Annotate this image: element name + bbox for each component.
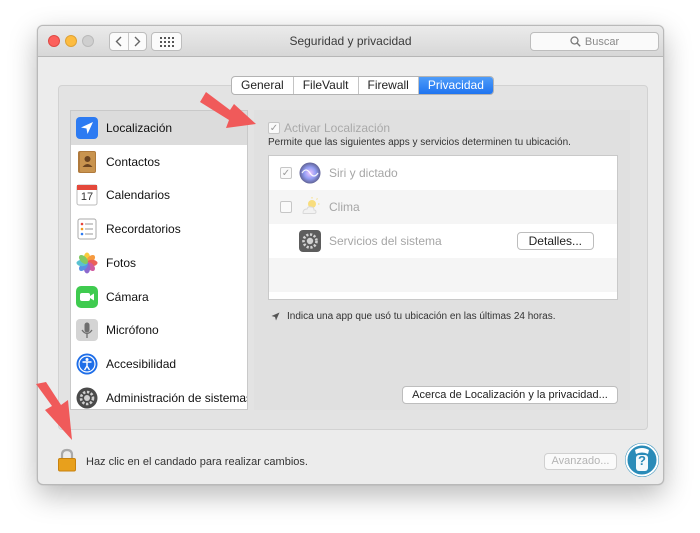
tab-bar: General FileVault Firewall Privacidad: [231, 76, 494, 95]
recent-usage-note: Indica una app que usó tu ubicación en l…: [271, 311, 556, 322]
camera-icon: [75, 285, 99, 309]
app-name: Clima: [329, 200, 360, 214]
sidebar-item-accessibility[interactable]: Accesibilidad: [71, 347, 247, 381]
tab-privacy[interactable]: Privacidad: [417, 77, 493, 94]
location-arrow-icon: [75, 116, 99, 140]
search-field[interactable]: Buscar: [530, 32, 659, 51]
search-icon: [570, 36, 581, 47]
empty-list-row: [269, 258, 617, 292]
sidebar-label: Recordatorios: [106, 222, 181, 237]
gear-icon: [299, 230, 321, 252]
sidebar-label: Contactos: [106, 154, 161, 169]
accessibility-icon: [75, 352, 99, 376]
sidebar-label: Administración de sistemas: [106, 390, 248, 405]
sidebar-label: Micrófono: [106, 323, 159, 338]
help-glyph: ?: [638, 453, 646, 468]
weather-icon: [299, 196, 321, 218]
about-location-privacy-button[interactable]: Acerca de Localización y la privacidad..…: [402, 386, 618, 404]
microphone-icon: [75, 318, 99, 342]
app-name: Servicios del sistema: [329, 234, 442, 248]
enable-location-label: Activar Localización: [284, 121, 391, 135]
lock-icon: [58, 448, 76, 472]
siri-icon: [299, 162, 321, 184]
list-item-weather[interactable]: Clima: [269, 190, 617, 224]
siri-checkbox[interactable]: ✓: [280, 167, 292, 179]
tab-general[interactable]: General: [232, 77, 293, 94]
details-button[interactable]: Detalles...: [516, 232, 594, 250]
weather-checkbox[interactable]: [280, 201, 292, 213]
tab-filevault[interactable]: FileVault: [292, 77, 358, 94]
recent-usage-text: Indica una app que usó tu ubicación en l…: [287, 311, 556, 322]
title-bar: Seguridad y privacidad Buscar: [38, 26, 663, 57]
list-item-siri[interactable]: ✓ Siri y dictado: [269, 156, 617, 190]
sidebar-item-contacts[interactable]: Contactos: [71, 145, 247, 179]
enable-location-checkbox[interactable]: ✓: [268, 122, 280, 134]
system-admin-icon: [75, 386, 99, 409]
sidebar-item-camera[interactable]: Cámara: [71, 280, 247, 314]
sidebar-item-reminders[interactable]: Recordatorios: [71, 212, 247, 246]
preferences-window: Seguridad y privacidad Buscar General Fi…: [37, 25, 664, 485]
search-placeholder: Buscar: [584, 35, 620, 48]
lock-button[interactable]: [57, 448, 77, 475]
privacy-category-list[interactable]: Localización Contactos 17 Calendarios Re…: [70, 110, 248, 410]
sidebar-item-calendars[interactable]: 17 Calendarios: [71, 179, 247, 213]
enable-location-row[interactable]: ✓ Activar Localización: [268, 121, 390, 135]
calendar-icon: 17: [75, 183, 99, 207]
sidebar-label: Accesibilidad: [106, 357, 177, 372]
sidebar-item-system-admin[interactable]: Administración de sistemas: [71, 381, 248, 409]
tab-firewall[interactable]: Firewall: [357, 77, 418, 94]
list-item-system-services[interactable]: Servicios del sistema Detalles...: [269, 224, 617, 258]
sidebar-item-location[interactable]: Localización: [71, 111, 247, 145]
permit-description: Permite que las siguientes apps y servic…: [268, 137, 571, 148]
sidebar-item-photos[interactable]: Fotos: [71, 246, 247, 280]
calendar-day-number: 17: [80, 191, 94, 204]
advanced-button[interactable]: Avanzado...: [544, 453, 617, 470]
reminders-icon: [75, 217, 99, 241]
app-name: Siri y dictado: [329, 166, 398, 180]
location-arrow-icon: [271, 312, 280, 321]
location-app-list[interactable]: ✓ Siri y dictado Clima Servicios del sis…: [268, 155, 618, 300]
lock-instruction: Haz clic en el candado para realizar cam…: [86, 456, 308, 468]
sidebar-label: Fotos: [106, 255, 137, 270]
photos-icon: [75, 251, 99, 275]
sidebar-label: Cámara: [106, 289, 149, 304]
sidebar-label: Calendarios: [106, 188, 171, 203]
help-button[interactable]: ?: [624, 442, 660, 478]
sidebar-item-microphone[interactable]: Micrófono: [71, 314, 247, 348]
sidebar-label: Localización: [106, 120, 173, 135]
contacts-book-icon: [75, 150, 99, 174]
